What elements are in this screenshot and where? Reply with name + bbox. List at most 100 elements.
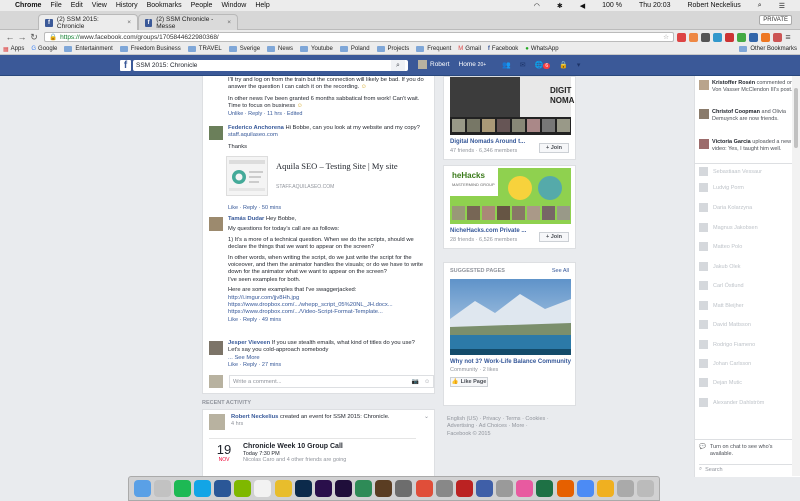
app-menu[interactable]: Chrome bbox=[15, 2, 41, 9]
search-icon[interactable]: ⌕ bbox=[391, 60, 405, 71]
tab-ssm-chronicle[interactable]: f (2) SSM 2015: Chronicle × bbox=[38, 14, 138, 30]
comment-link[interactable]: http://i.imgur.com/jjv8Hh.jpg bbox=[228, 295, 433, 302]
bookmark-frequent[interactable]: Frequent bbox=[416, 46, 451, 52]
chat-contact[interactable]: Dejan Mutic bbox=[699, 378, 742, 387]
bookmark-news[interactable]: News bbox=[267, 46, 293, 52]
extension-icon[interactable] bbox=[725, 32, 734, 42]
close-icon[interactable]: × bbox=[227, 19, 231, 26]
bookmark-travel[interactable]: TRAVEL bbox=[187, 46, 222, 52]
notes-icon[interactable] bbox=[274, 480, 292, 497]
bookmark-apps[interactable]: ▦ Apps bbox=[3, 46, 24, 53]
app-icon[interactable] bbox=[355, 480, 373, 497]
trash-icon[interactable] bbox=[637, 480, 655, 497]
chevron-down-icon[interactable]: ⌄ bbox=[424, 413, 429, 420]
app-icon[interactable] bbox=[596, 480, 614, 497]
volume-icon[interactable]: ◀ bbox=[580, 2, 585, 10]
notifications-icon[interactable]: 🌐 6 bbox=[535, 61, 551, 69]
chat-contact[interactable]: Matt Bleijher bbox=[699, 301, 744, 310]
chat-contact[interactable]: Jakub Olek bbox=[699, 262, 741, 271]
ticker-item[interactable]: Kristoffer Rosén commented on Von Vasser… bbox=[699, 80, 795, 93]
extension-icon[interactable] bbox=[677, 32, 686, 42]
chat-contact[interactable]: David Mattsson bbox=[699, 320, 751, 329]
comment-link[interactable]: staff.aquilaseo.com bbox=[228, 132, 433, 139]
star-icon[interactable]: ☆ bbox=[663, 33, 669, 41]
chat-contact[interactable]: Rodrigo Fiameno bbox=[699, 340, 755, 349]
suggested-page-image[interactable] bbox=[450, 279, 571, 355]
premiere-icon[interactable] bbox=[314, 480, 332, 497]
comment-actions[interactable]: Like · Reply · 50 mins bbox=[228, 205, 281, 211]
home-link[interactable]: Home 20+ bbox=[459, 61, 487, 68]
photoshop-icon[interactable] bbox=[294, 480, 312, 497]
group-cover-image[interactable]: heHacks MASTERMIND GROUP bbox=[450, 168, 571, 224]
other-bookmarks[interactable]: Other Bookmarks bbox=[739, 46, 797, 52]
battery-status[interactable]: 100 % bbox=[602, 2, 622, 10]
menu-help[interactable]: Help bbox=[255, 2, 269, 9]
skype-icon[interactable] bbox=[193, 480, 211, 497]
app-icon[interactable] bbox=[475, 480, 493, 497]
join-group-button[interactable]: + Join bbox=[539, 143, 569, 153]
chat-contact[interactable]: Matteo Polo bbox=[699, 242, 742, 251]
extension-icon[interactable] bbox=[689, 32, 698, 42]
event-title[interactable]: Chronicle Week 10 Group Call bbox=[243, 443, 346, 450]
itunes-icon[interactable] bbox=[516, 480, 534, 497]
extension-icon[interactable] bbox=[773, 32, 782, 42]
chat-contact[interactable]: Daria Kolarzyna bbox=[699, 203, 752, 212]
chrome-icon[interactable] bbox=[576, 480, 594, 497]
chat-contact[interactable]: Ludvig Porm bbox=[699, 183, 744, 192]
bookmark-sverige[interactable]: Sverige bbox=[228, 46, 260, 52]
filezilla-icon[interactable] bbox=[455, 480, 473, 497]
emoji-icon[interactable]: ☺ bbox=[424, 379, 430, 385]
reload-icon[interactable]: ↻ bbox=[28, 32, 40, 43]
facebook-logo-icon[interactable]: f bbox=[120, 60, 131, 71]
chat-contact[interactable]: Carl Östlund bbox=[699, 281, 744, 290]
comment-input[interactable]: Write a comment... 📷 ☺ bbox=[229, 375, 434, 388]
group-cover-image[interactable]: DIGIT NOMA bbox=[450, 77, 574, 135]
profile-link[interactable]: Robert bbox=[418, 60, 450, 69]
photos-icon[interactable] bbox=[415, 480, 433, 497]
bookmark-whatsapp[interactable]: ● WhatsApp bbox=[525, 46, 558, 52]
friend-requests-icon[interactable]: 👥 bbox=[502, 61, 511, 69]
bookmark-facebook[interactable]: f Facebook bbox=[488, 46, 518, 52]
messages-icon[interactable]: ✉ bbox=[520, 61, 526, 69]
user-name[interactable]: Robert Neckelius bbox=[687, 2, 740, 10]
url-input[interactable]: 🔒 https:// www.facebook.com /groups/1705… bbox=[44, 32, 674, 42]
menu-people[interactable]: People bbox=[191, 2, 213, 9]
suggested-page-title[interactable]: Why not 3? Work-Life Balance Community bbox=[450, 359, 572, 365]
commenter-name[interactable]: Jesper Vieveen bbox=[228, 340, 270, 346]
chat-contact[interactable]: Magnus Jakobsen bbox=[699, 223, 758, 232]
ticker-item[interactable]: Christof Coopman and Olivia Demuynck are… bbox=[699, 109, 795, 122]
menu-edit[interactable]: Edit bbox=[71, 2, 83, 9]
extension-icon[interactable] bbox=[737, 32, 746, 42]
chat-contact[interactable]: Johan Carlsson bbox=[699, 359, 751, 368]
link-preview[interactable]: Aquila SEO – Testing Site | My site STAF… bbox=[226, 156, 398, 198]
bookmark-youtube[interactable]: Youtube bbox=[300, 46, 333, 52]
avatar[interactable] bbox=[209, 126, 223, 140]
bookmark-freedom-business[interactable]: Freedom Business bbox=[119, 46, 181, 52]
scrollbar-thumb[interactable] bbox=[794, 88, 798, 148]
account-dropdown-icon[interactable]: ▾ bbox=[577, 61, 581, 69]
launchpad-icon[interactable] bbox=[153, 480, 171, 497]
wifi-icon[interactable]: ◠ bbox=[534, 2, 540, 10]
comment-actions[interactable]: Unlike · Reply · 11 hrs · Edited bbox=[228, 111, 424, 118]
group-title[interactable]: Digital Nomads Around t... bbox=[450, 139, 525, 145]
word-icon[interactable] bbox=[214, 480, 232, 497]
commenter-name[interactable]: Federico Anchorena bbox=[228, 125, 284, 131]
see-all-link[interactable]: See All bbox=[552, 268, 569, 274]
app-icon[interactable] bbox=[395, 480, 413, 497]
bookmark-entertainment[interactable]: Entertainment bbox=[64, 46, 113, 52]
chat-contact[interactable]: Alexander Dahlström bbox=[699, 398, 764, 407]
footer-links[interactable]: English (US) · Privacy · Terms · Cookies… bbox=[447, 416, 577, 423]
comment-link[interactable]: https://www.dropbox.com/.../whepp_script… bbox=[228, 302, 433, 309]
utorrent-icon[interactable] bbox=[234, 480, 252, 497]
search-icon[interactable]: ⌕ bbox=[758, 2, 762, 10]
system-preferences-icon[interactable] bbox=[496, 480, 514, 497]
comment-actions[interactable]: Like · Reply · 49 mins bbox=[228, 317, 433, 324]
comment-actions[interactable]: Like · Reply · 27 mins bbox=[228, 362, 433, 369]
footer-links[interactable]: Advertising · Ad Choices · More · bbox=[447, 423, 577, 430]
extension-icon[interactable] bbox=[761, 32, 770, 42]
forward-icon[interactable]: → bbox=[16, 32, 28, 42]
excel-icon[interactable] bbox=[536, 480, 554, 497]
finder-icon[interactable] bbox=[133, 480, 151, 497]
chat-search-input[interactable]: ⌕Search ⚙ bbox=[699, 464, 797, 474]
close-icon[interactable]: × bbox=[127, 19, 131, 26]
